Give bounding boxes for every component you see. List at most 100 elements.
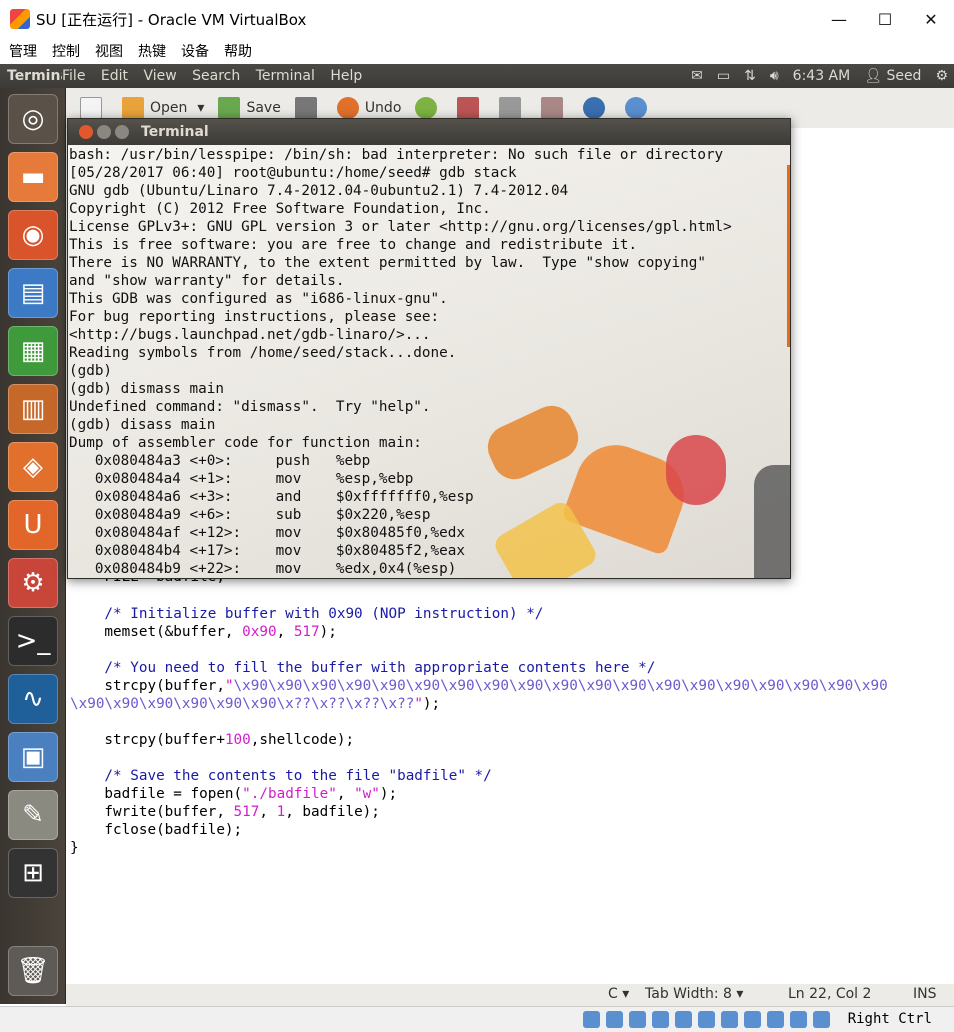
network-icon[interactable]: ⇅ [744, 68, 756, 84]
new-button[interactable] [80, 97, 108, 119]
minimize-button[interactable]: — [816, 0, 862, 38]
terminal-line: [05/28/2017 06:40] root@ubuntu:/home/see… [69, 165, 517, 181]
user-menu[interactable]: 👤︎ Seed [864, 68, 921, 84]
optical-drive-icon[interactable] [606, 1011, 623, 1028]
workspace-switcher-icon[interactable]: ⊞ [8, 848, 58, 898]
terminal-minimize-button[interactable] [97, 125, 111, 139]
code-line: fclose(badfile); [70, 822, 243, 838]
code-token: ); [379, 786, 398, 802]
print-button[interactable] [294, 97, 323, 119]
volume-icon[interactable]: 🔊︎ [770, 68, 779, 84]
undo-button[interactable]: Undo [336, 97, 401, 119]
cut-button[interactable] [457, 97, 485, 119]
menu-help[interactable]: 帮助 [224, 41, 252, 61]
mail-icon[interactable]: ✉ [691, 68, 703, 84]
maximize-button[interactable]: ☐ [862, 0, 908, 38]
user-name: Seed [886, 68, 922, 84]
terminal-line: 0x080484a3 <+0>: push %ebp [69, 453, 371, 469]
ubuntu-one-icon[interactable]: U [8, 500, 58, 550]
usb-icon[interactable] [675, 1011, 692, 1028]
gear-icon[interactable]: ⚙ [935, 68, 948, 84]
menu-hotkey[interactable]: 热键 [138, 41, 166, 61]
screenshot-icon[interactable]: ▣ [8, 732, 58, 782]
menu-manage[interactable]: 管理 [9, 41, 37, 61]
panel-menu-help[interactable]: Help [330, 68, 362, 84]
text-editor-icon[interactable]: ✎ [8, 790, 58, 840]
save-label: Save [246, 100, 281, 116]
code-escape: \x90\x90\x90\x90\x90\x90\x90\x90\x90\x90… [233, 678, 888, 694]
terminal-titlebar[interactable]: Terminal [68, 119, 790, 145]
writer-icon[interactable]: ▤ [8, 268, 58, 318]
trash-icon[interactable]: 🗑︎ [8, 946, 58, 996]
code-line: memset(&buffer, 0x90, 517); [70, 623, 336, 641]
code-number: 100 [224, 732, 251, 748]
software-center-icon[interactable]: ◈ [8, 442, 58, 492]
host-menubar: 管理 控制 视图 热键 设备 帮助 [0, 38, 954, 64]
unity-launcher: ◎ ▬ ◉ ▤ ▦ ▥ ◈ U ⚙ >_ ∿ ▣ ✎ ⊞ 🗑︎ [0, 88, 66, 1004]
firefox-icon[interactable]: ◉ [8, 210, 58, 260]
panel-menu-terminal[interactable]: Terminal [256, 68, 315, 84]
mouse-integration-icon[interactable] [790, 1011, 807, 1028]
virtualbox-statusbar: Right Ctrl [0, 1006, 954, 1032]
folder-icon [122, 97, 144, 119]
code-token: ,shellcode); [250, 732, 355, 748]
find-button[interactable] [583, 97, 611, 119]
host-titlebar: SU [正在运行] - Oracle VM VirtualBox — ☐ ✕ [0, 0, 954, 38]
terminal-close-button[interactable] [79, 125, 93, 139]
keyboard-capture-icon[interactable] [813, 1011, 830, 1028]
code-string: " [224, 678, 234, 694]
recording-icon[interactable] [744, 1011, 761, 1028]
terminal-window[interactable]: Terminal bash: /usr/bin/lesspipe: /bin/s… [67, 118, 791, 579]
language-selector[interactable]: C ▾ [608, 986, 629, 1002]
dash-home-icon[interactable]: ◎ [8, 94, 58, 144]
hard-disk-icon[interactable] [583, 1011, 600, 1028]
calc-icon[interactable]: ▦ [8, 326, 58, 376]
display-icon[interactable] [721, 1011, 738, 1028]
code-comment: /* Save the contents to the file "badfil… [70, 768, 492, 784]
audio-icon[interactable] [629, 1011, 646, 1028]
code-string: " [414, 696, 423, 712]
clock[interactable]: 6:43 AM [793, 68, 851, 84]
redo-button[interactable] [415, 97, 443, 119]
code-token: , [336, 786, 355, 802]
terminal-line: and "show warranty" for details. [69, 273, 345, 289]
terminal-icon[interactable]: >_ [8, 616, 58, 666]
menu-devices[interactable]: 设备 [181, 41, 209, 61]
network-adapter-icon[interactable] [652, 1011, 669, 1028]
code-number: 517 [233, 804, 260, 820]
replace-button[interactable] [625, 97, 653, 119]
menu-control[interactable]: 控制 [52, 41, 80, 61]
panel-menu-view[interactable]: View [143, 68, 176, 84]
code-token: , badfile); [285, 804, 380, 820]
gedit-statusbar: C ▾ Tab Width: 8 ▾ Ln 22, Col 2 INS [66, 984, 954, 1006]
paste-button[interactable] [541, 97, 569, 119]
close-button[interactable]: ✕ [908, 0, 954, 38]
wireshark-icon[interactable]: ∿ [8, 674, 58, 724]
shared-folder-icon[interactable] [698, 1011, 715, 1028]
panel-menu-search[interactable]: Search [192, 68, 240, 84]
panel-menu-file[interactable]: File [62, 68, 85, 84]
terminal-scrollbar[interactable] [787, 165, 790, 347]
code-line: strcpy(buffer+100,shellcode); [70, 731, 354, 749]
print-icon [294, 97, 317, 119]
system-settings-icon[interactable]: ⚙ [8, 558, 58, 608]
save-button[interactable]: Save [218, 97, 281, 119]
new-document-icon [80, 97, 102, 119]
cpu-icon[interactable] [767, 1011, 784, 1028]
chevron-down-icon[interactable]: ▾ [197, 100, 204, 116]
menu-view[interactable]: 视图 [95, 41, 123, 61]
code-token: ); [422, 696, 441, 712]
terminal-body[interactable]: bash: /usr/bin/lesspipe: /bin/sh: bad in… [68, 145, 790, 578]
terminal-line: 0x080484a9 <+6>: sub $0x220,%esp [69, 507, 431, 523]
panel-menu-edit[interactable]: Edit [101, 68, 128, 84]
host-key-label: Right Ctrl [847, 1011, 932, 1027]
tab-width-selector[interactable]: Tab Width: 8 ▾ [645, 986, 743, 1002]
open-button[interactable]: Open ▾ [122, 97, 204, 119]
battery-icon[interactable]: ▭ [717, 68, 730, 84]
redo-icon [415, 97, 438, 119]
terminal-maximize-button[interactable] [115, 125, 129, 139]
impress-icon[interactable]: ▥ [8, 384, 58, 434]
cut-icon [457, 97, 480, 119]
files-icon[interactable]: ▬ [8, 152, 58, 202]
copy-button[interactable] [499, 97, 527, 119]
